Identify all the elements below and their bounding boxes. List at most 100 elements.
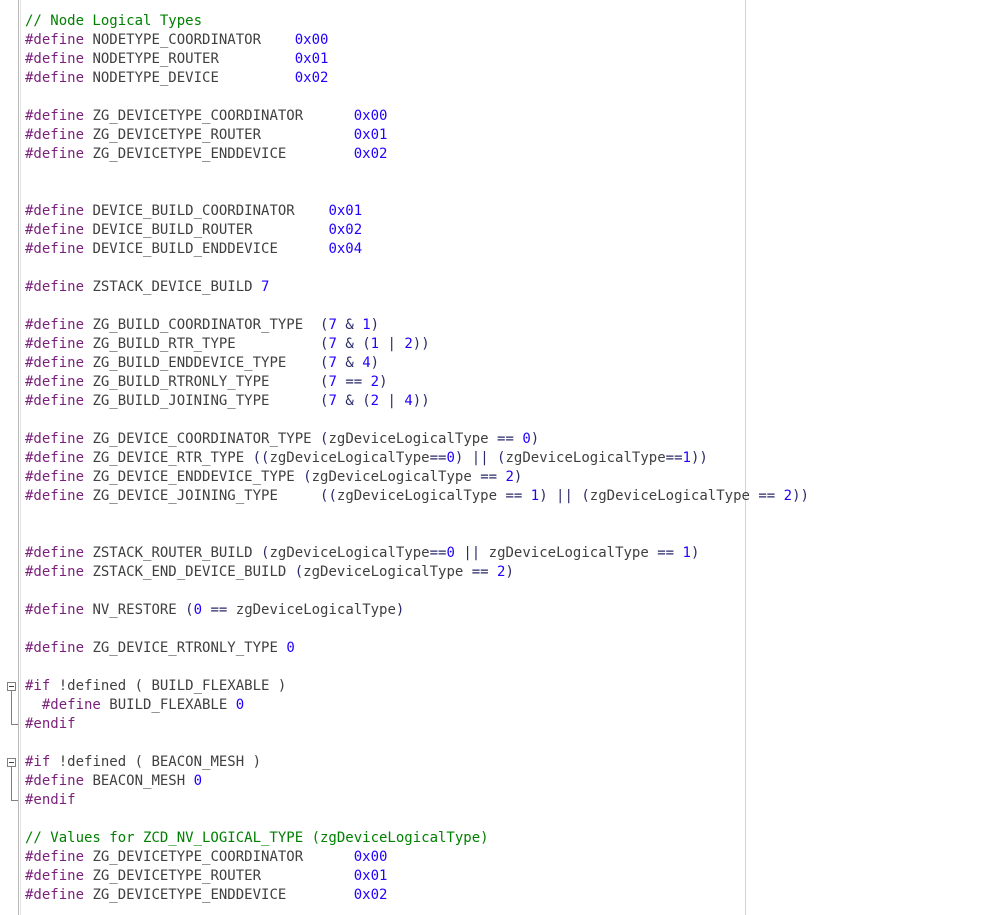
code-line: #endif (25, 791, 1000, 810)
code-token: 0 (286, 640, 295, 656)
code-token: & (336, 355, 363, 371)
code-token: zgDeviceLogicalType (488, 545, 649, 561)
code-line: #define ZG_DEVICETYPE_ENDDEVICE 0x02 (25, 145, 1000, 164)
code-token: #define (25, 355, 85, 371)
code-token: == (648, 545, 683, 561)
code-token: ) (395, 602, 405, 618)
code-token: )) (412, 393, 430, 409)
code-token: ZG_DEVICETYPE_COORDINATOR (84, 849, 354, 865)
code-token: #define (25, 564, 85, 580)
code-line: #define NV_RESTORE (0 == zgDeviceLogical… (25, 601, 1000, 620)
code-token: )) (412, 336, 430, 352)
code-token: BUILD_FLEXABLE (100, 697, 236, 713)
code-token: zgDeviceLogicalType (328, 431, 489, 447)
code-token: #define (25, 773, 85, 789)
code-token: == (336, 374, 371, 390)
code-token: == (429, 545, 447, 561)
code-token: #define (25, 146, 85, 162)
code-token: zgDeviceLogicalType (235, 602, 396, 618)
code-line: // Node Logical Types (25, 12, 1000, 31)
fold-toggle-icon[interactable] (7, 682, 16, 691)
code-token: NODETYPE_ROUTER (84, 51, 295, 67)
code-token: 0x02 (353, 887, 388, 903)
code-token: 0 (446, 545, 455, 561)
code-token: #define (25, 336, 85, 352)
code-line: #define ZG_BUILD_RTR_TYPE (7 & (1 | 2)) (25, 335, 1000, 354)
code-token: #if (25, 678, 51, 694)
code-editor-text[interactable]: // Node Logical Types #define NODETYPE_CO… (25, 12, 1000, 905)
code-line: #define ZG_BUILD_COORDINATOR_TYPE (7 & 1… (25, 316, 1000, 335)
fold-toggle-icon[interactable] (7, 758, 16, 767)
code-token: zgDeviceLogicalType (336, 488, 498, 504)
editor-gutter-margin (18, 0, 19, 915)
code-token: 4 (404, 393, 413, 409)
code-token: 0 (235, 697, 245, 713)
code-token: ( (185, 602, 194, 618)
code-token: !defined ( BEACON_MESH ) (50, 754, 262, 770)
code-token: 0 (193, 602, 203, 618)
code-token: #define (25, 241, 85, 257)
editor-gutter-divider (20, 0, 21, 915)
code-token: BEACON_MESH (84, 773, 194, 789)
code-token: ZG_DEVICETYPE_ROUTER (84, 127, 354, 143)
code-token: 0x01 (294, 51, 329, 67)
code-token: DEVICE_BUILD_COORDINATOR (84, 203, 329, 219)
code-token: ZG_BUILD_RTR_TYPE (84, 336, 321, 352)
code-token: 4 (362, 355, 371, 371)
code-token: 7 (328, 317, 337, 333)
code-token: ) (370, 355, 380, 371)
code-token: 0x00 (353, 849, 388, 865)
code-token: zgDeviceLogicalType (303, 564, 464, 580)
code-token: ZG_DEVICETYPE_ENDDEVICE (84, 887, 354, 903)
code-line: #define ZSTACK_ROUTER_BUILD (zgDeviceLog… (25, 544, 1000, 563)
code-token: ZG_DEVICE_RTR_TYPE (84, 450, 253, 466)
code-token: ) (379, 374, 388, 390)
code-line: #define NODETYPE_COORDINATOR 0x00 (25, 31, 1000, 50)
code-token: 2 (783, 488, 793, 504)
code-token: ZG_DEVICE_ENDDEVICE_TYPE (84, 469, 304, 485)
code-token: 1 (530, 488, 540, 504)
code-token: #define (25, 469, 85, 485)
code-token: #define (25, 374, 85, 390)
code-token: zgDeviceLogicalType (505, 450, 666, 466)
code-token: ZG_DEVICE_JOINING_TYPE (84, 488, 321, 504)
code-token: #endif (25, 792, 76, 808)
code-line: #define ZG_DEVICE_RTRONLY_TYPE 0 (25, 639, 1000, 658)
code-token: #define (25, 222, 85, 238)
code-token: #define (25, 545, 85, 561)
code-token: ) (513, 469, 523, 485)
fold-end-marker (11, 724, 18, 725)
code-line: #define NODETYPE_ROUTER 0x01 (25, 50, 1000, 69)
code-token: #define (25, 488, 85, 504)
code-line: #endif (25, 715, 1000, 734)
code-token: zgDeviceLogicalType (311, 469, 472, 485)
code-token: NODETYPE_DEVICE (84, 70, 295, 86)
code-line: #define ZG_BUILD_JOINING_TYPE (7 & (2 | … (25, 392, 1000, 411)
code-token: NV_RESTORE (84, 602, 186, 618)
code-token: 7 (328, 374, 337, 390)
code-token: | (379, 336, 405, 352)
fold-end-marker (11, 800, 18, 801)
code-token: #endif (25, 716, 76, 732)
code-token: 0x02 (353, 146, 388, 162)
code-token: 2 (370, 374, 380, 390)
code-token: 1 (682, 450, 691, 466)
code-token: ( (294, 564, 304, 580)
code-token: 0 (522, 431, 531, 447)
code-line: #define ZG_DEVICE_JOINING_TYPE ((zgDevic… (25, 487, 1000, 506)
code-token: ZG_DEVICE_COORDINATOR_TYPE (84, 431, 321, 447)
code-token: 7 (328, 355, 337, 371)
code-line: #define ZG_BUILD_ENDDEVICE_TYPE (7 & 4) (25, 354, 1000, 373)
code-token: ZG_DEVICETYPE_ROUTER (84, 868, 354, 884)
code-token: #if (25, 754, 51, 770)
code-line: #define ZSTACK_END_DEVICE_BUILD (zgDevic… (25, 563, 1000, 582)
code-token: ZG_BUILD_ENDDEVICE_TYPE (84, 355, 321, 371)
code-token: #define (25, 127, 85, 143)
